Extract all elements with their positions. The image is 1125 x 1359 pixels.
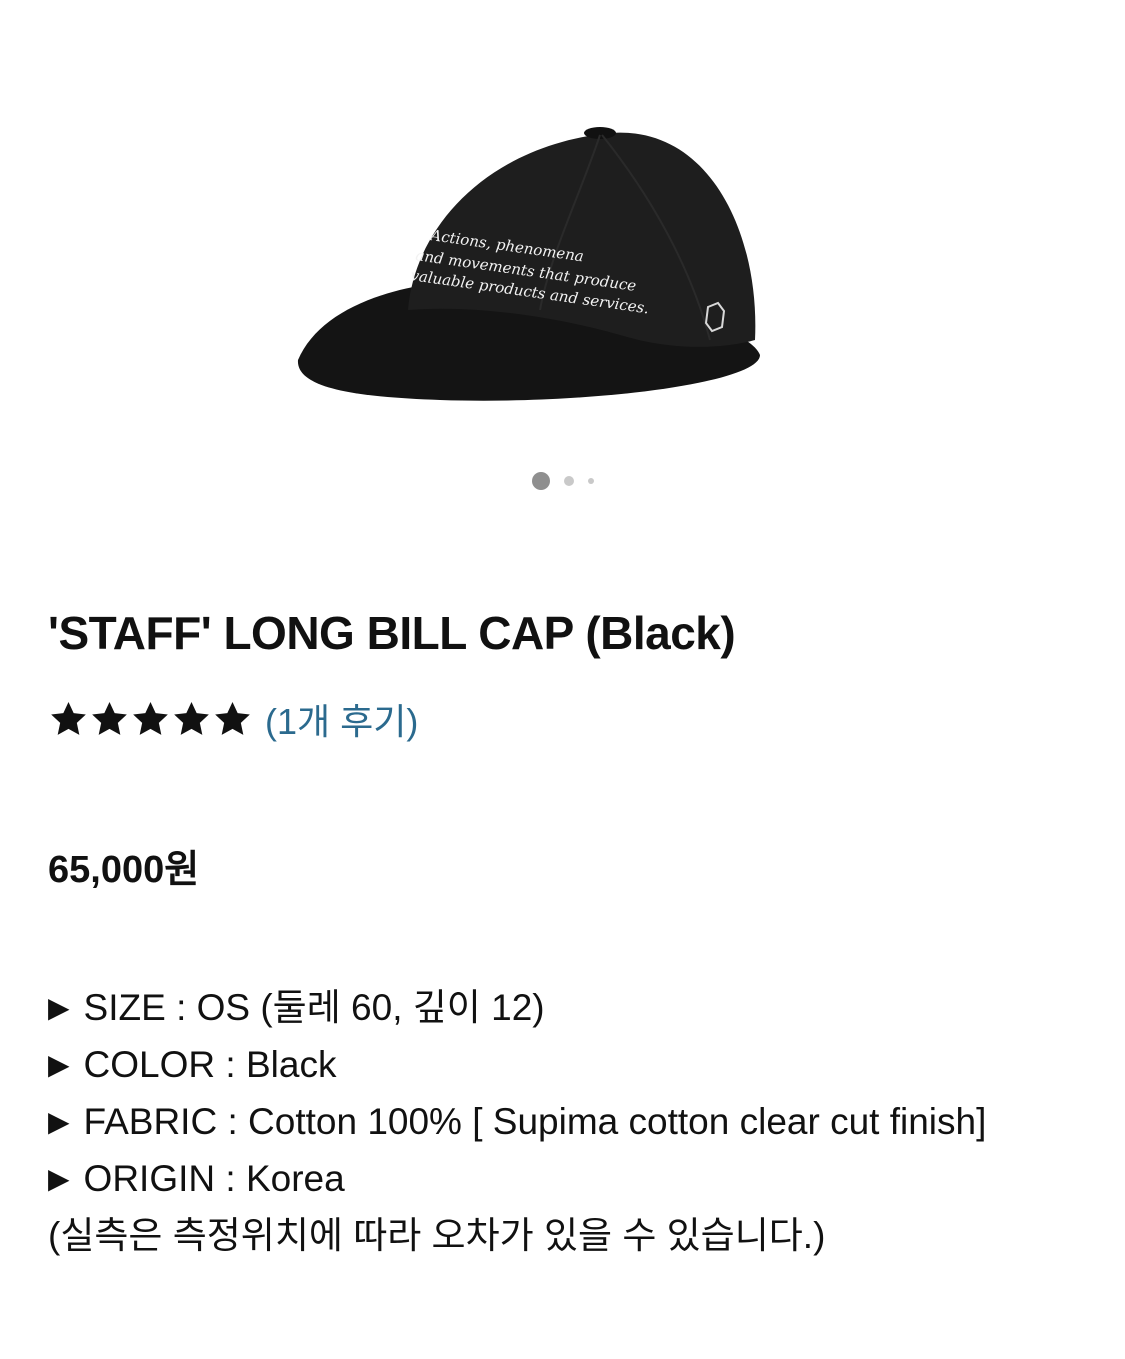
spec-origin: ▶ ORIGIN : Korea xyxy=(48,1152,1088,1209)
gallery-dot-1[interactable] xyxy=(531,472,550,490)
spec-size: ▶ SIZE : OS (둘레 60, 깊이 12) xyxy=(48,981,1088,1038)
product-image-gallery[interactable]: Actions, phenomena and movements that pr… xyxy=(0,0,1125,520)
triangle-right-icon: ▶ xyxy=(48,1049,70,1080)
star-icon xyxy=(92,702,127,735)
spec-size-text: SIZE : OS (둘레 60, 깊이 12) xyxy=(83,987,545,1028)
product-price: 65,000원 xyxy=(48,849,200,891)
star-icon xyxy=(51,702,86,735)
product-rating: (1개 후기) xyxy=(48,694,418,744)
spec-note: (실측은 측정위치에 따라 오차가 있을 수 있습니다.) xyxy=(48,1215,826,1256)
triangle-right-icon: ▶ xyxy=(48,1106,70,1137)
product-specs: ▶ SIZE : OS (둘레 60, 깊이 12) ▶ COLOR : Black… xyxy=(48,981,1088,1263)
triangle-right-icon: ▶ xyxy=(48,992,70,1023)
star-icon xyxy=(215,702,250,735)
product-title: 'STAFF' LONG BILL CAP (Black) xyxy=(48,607,736,659)
gallery-dot-3[interactable] xyxy=(587,478,594,484)
spec-origin-text: ORIGIN : Korea xyxy=(83,1158,345,1199)
spec-fabric: ▶ FABRIC : Cotton 100% [ Supima cotton cl… xyxy=(48,1095,1088,1152)
gallery-pagination[interactable] xyxy=(0,472,1125,490)
gallery-dot-2[interactable] xyxy=(563,476,574,486)
star-icon xyxy=(174,702,209,735)
triangle-right-icon: ▶ xyxy=(48,1163,70,1194)
spec-color: ▶ COLOR : Black xyxy=(48,1038,1088,1095)
rating-stars xyxy=(48,699,253,739)
product-image: Actions, phenomena and movements that pr… xyxy=(297,127,760,401)
star-icon xyxy=(133,702,168,735)
review-count-link[interactable]: (1개 후기) xyxy=(265,693,418,745)
spec-color-text: COLOR : Black xyxy=(83,1044,337,1085)
spec-fabric-text: FABRIC : Cotton 100% [ Supima cotton cle… xyxy=(83,1101,987,1142)
